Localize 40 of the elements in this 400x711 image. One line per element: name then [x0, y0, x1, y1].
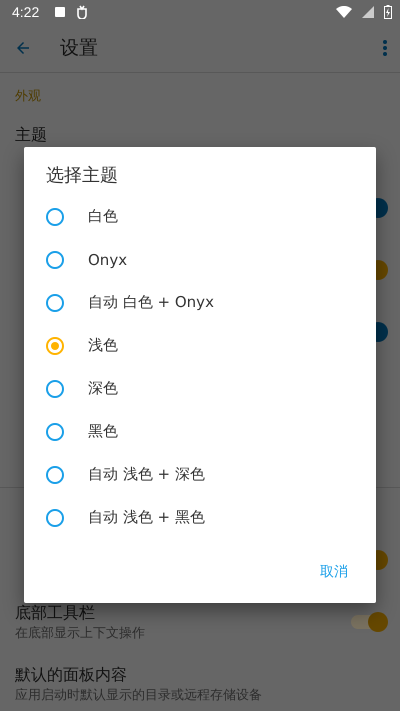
dialog-title: 选择主题: [45, 164, 119, 188]
theme-option[interactable]: Onyx: [24, 238, 376, 281]
more-icon[interactable]: [382, 39, 388, 57]
signal-icon: [362, 6, 374, 18]
bug-icon: [75, 5, 90, 19]
setting-description: 在底部显示上下文操作: [15, 624, 146, 642]
option-label: 深色: [88, 379, 118, 398]
option-label: 浅色: [88, 336, 118, 355]
setting-title: 底部工具栏: [15, 602, 96, 624]
theme-option[interactable]: 自动 浅色 + 黑色: [24, 496, 376, 539]
option-label: 自动 浅色 + 黑色: [88, 508, 205, 527]
theme-option[interactable]: 浅色: [24, 324, 376, 367]
app-title: 设置: [60, 36, 99, 61]
radio-button[interactable]: [46, 208, 64, 226]
wifi-icon: [336, 6, 352, 18]
theme-option[interactable]: 自动 浅色 + 深色: [24, 453, 376, 496]
option-label: 黑色: [88, 422, 118, 441]
theme-option[interactable]: 黑色: [24, 410, 376, 453]
radio-button[interactable]: [46, 466, 64, 484]
section-header: 外观: [14, 88, 42, 106]
setting-title: 默认的面板内容: [15, 664, 128, 686]
setting-title: 主题: [15, 124, 48, 146]
radio-button[interactable]: [46, 336, 64, 354]
option-label: 自动 浅色 + 深色: [88, 465, 205, 484]
theme-option[interactable]: 自动 白色 + Onyx: [24, 281, 376, 324]
toggle-switch[interactable]: [351, 615, 385, 629]
setting-description: 应用启动时默认显示的目录或远程存储设备: [15, 686, 263, 704]
radio-button[interactable]: [46, 380, 64, 398]
option-label: 自动 白色 + Onyx: [88, 293, 214, 312]
option-label: 白色: [88, 207, 118, 226]
radio-button[interactable]: [46, 508, 64, 526]
option-label: Onyx: [88, 250, 128, 268]
battery-icon: [384, 5, 392, 19]
status-time: 4:22: [12, 4, 40, 20]
theme-option[interactable]: 深色: [24, 367, 376, 410]
notification-icon: [55, 7, 66, 17]
radio-button[interactable]: [46, 294, 64, 312]
theme-option[interactable]: 白色: [24, 195, 376, 238]
radio-button[interactable]: [46, 250, 64, 268]
radio-button[interactable]: [46, 422, 64, 440]
